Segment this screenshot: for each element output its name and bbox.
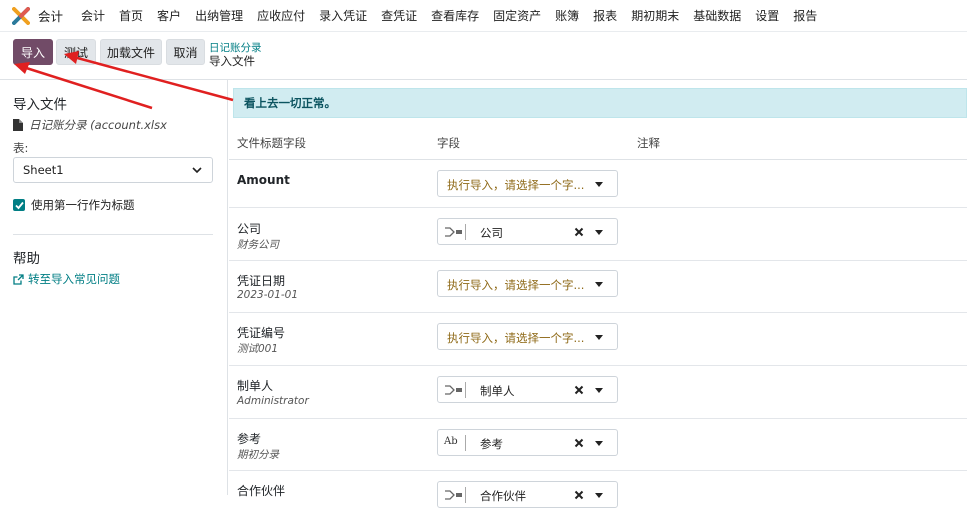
caret-down-icon [595,182,603,187]
field-select-value: 公司 [480,226,503,240]
load-file-button[interactable]: 加载文件 [100,39,162,65]
menu-item[interactable]: 出纳管理 [195,7,243,24]
icon-separator [465,435,466,451]
field-select-value: 参考 [480,437,503,451]
icon-separator [465,224,466,240]
header-row-checkbox[interactable] [13,199,25,211]
row-sample: 2023-01-01 [237,289,299,301]
check-icon [14,201,24,209]
caret-down-icon [595,388,603,393]
external-link-icon [13,273,24,285]
mapping-row: 凭证日期 2023-01-01 执行导入，请选择一个字... [229,261,967,313]
relation-icon [445,490,462,500]
row-sample: 期初分录 [237,449,279,461]
mapping-row: 凭证编号 测试001 执行导入，请选择一个字... [229,313,967,366]
sheet-select-value: Sheet1 [23,163,64,177]
cancel-button[interactable]: 取消 [166,39,205,65]
sidebar-title: 导入文件 [13,97,67,113]
file-info: 日记账分录 (account.xlsx [13,117,167,133]
success-alert: 看上去一切正常。 [233,88,967,118]
app-name[interactable]: 会计 [38,6,63,25]
row-title: 参考 [237,432,262,446]
field-select-value: 制单人 [480,384,515,398]
menu-item[interactable]: 固定资产 [493,7,541,24]
header-row-option[interactable]: 使用第一行作为标题 [13,197,135,213]
sidebar-divider [13,234,213,235]
control-panel: 导入 测试 加载文件 取消 日记账分录 导入文件 [0,32,967,80]
mapping-row: 参考 期初分录 Ab 参考 [229,419,967,471]
row-title: 合作伙伴 [237,484,286,498]
mapping-row: Amount 执行导入，请选择一个字... [229,160,967,208]
clear-icon[interactable] [574,488,584,502]
menu-item[interactable]: 报表 [593,7,617,24]
field-select[interactable]: 执行导入，请选择一个字... [437,270,618,297]
field-select[interactable]: 公司 [437,218,618,245]
field-select-value: 合作伙伴 [480,489,526,503]
help-title: 帮助 [13,251,40,267]
row-title: 凭证编号 [237,326,286,340]
menu-item[interactable]: 客户 [157,7,181,24]
mapping-row: 公司 财务公司 公司 [229,208,967,261]
caret-down-icon [595,335,603,340]
menu-item[interactable]: 设置 [755,7,779,24]
header-row-label: 使用第一行作为标题 [31,198,135,212]
menu-item[interactable]: 查看库存 [431,7,479,24]
row-title: 公司 [237,222,262,236]
menu-item[interactable]: 账簿 [555,7,579,24]
menu-item[interactable]: 期初期末 [631,7,679,24]
file-icon [13,119,23,131]
field-select[interactable]: 执行导入，请选择一个字... [437,170,618,197]
menu-item[interactable]: 应收应付 [257,7,305,24]
import-faq-link[interactable]: 转至导入常见问题 [13,271,120,287]
field-select-placeholder: 执行导入，请选择一个字... [447,278,585,292]
field-select-placeholder: 执行导入，请选择一个字... [447,178,585,192]
sheet-select[interactable]: Sheet1 [13,157,213,183]
field-select[interactable]: 执行导入，请选择一个字... [437,323,618,350]
field-select-placeholder: 执行导入，请选择一个字... [447,331,585,345]
caret-down-icon [595,230,603,235]
menu-item[interactable]: 会计 [81,7,105,24]
main-menu: 会计 首页 客户 出纳管理 应收应付 录入凭证 查凭证 查看库存 固定资产 账簿… [81,7,831,24]
icon-separator [465,487,466,503]
import-sidebar: 导入文件 日记账分录 (account.xlsx 表: Sheet1 使用第一行… [0,80,228,495]
menu-item[interactable]: 报告 [793,7,817,24]
column-header-field: 字段 [437,136,460,150]
mapping-row: 制单人 Administrator 制单人 [229,366,967,419]
field-select[interactable]: 制单人 [437,376,618,403]
caret-down-icon [595,282,603,287]
import-faq-label: 转至导入常见问题 [28,272,120,286]
field-select[interactable]: Ab 参考 [437,429,618,456]
clear-icon[interactable] [574,383,584,397]
mapping-row: 合作伙伴 合作伙伴 [229,471,967,511]
import-button[interactable]: 导入 [13,39,53,65]
caret-down-icon [595,493,603,498]
column-header-comment: 注释 [637,136,660,150]
clear-icon[interactable] [574,436,584,450]
menu-item[interactable]: 基础数据 [693,7,741,24]
sheet-label: 表: [13,141,29,155]
row-sample: Administrator [237,395,309,407]
accounting-logo-icon[interactable] [12,6,30,25]
top-navbar: 会计 会计 首页 客户 出纳管理 应收应付 录入凭证 查凭证 查看库存 固定资产… [0,0,967,32]
column-header-file: 文件标题字段 [237,136,306,150]
file-name: 日记账分录 (account.xlsx [29,118,167,132]
menu-item[interactable]: 查凭证 [381,7,417,24]
chevron-down-icon [192,167,202,174]
import-main: 看上去一切正常。 文件标题字段 字段 注释 Amount 执行导入，请选择一个字… [229,80,967,508]
row-sample: 测试001 [237,343,279,355]
menu-item[interactable]: 录入凭证 [319,7,367,24]
row-title: 制单人 [237,379,274,393]
relation-icon [445,227,462,237]
clear-icon[interactable] [574,225,584,239]
relation-icon [445,385,462,395]
row-title: Amount [237,173,290,187]
row-sample: 财务公司 [237,239,279,251]
text-field-icon: Ab [444,436,458,447]
menu-item[interactable]: 首页 [119,7,143,24]
caret-down-icon [595,441,603,446]
test-button[interactable]: 测试 [56,39,96,65]
breadcrumb-current: 导入文件 [209,54,255,68]
row-title: 凭证日期 [237,274,286,288]
icon-separator [465,382,466,398]
